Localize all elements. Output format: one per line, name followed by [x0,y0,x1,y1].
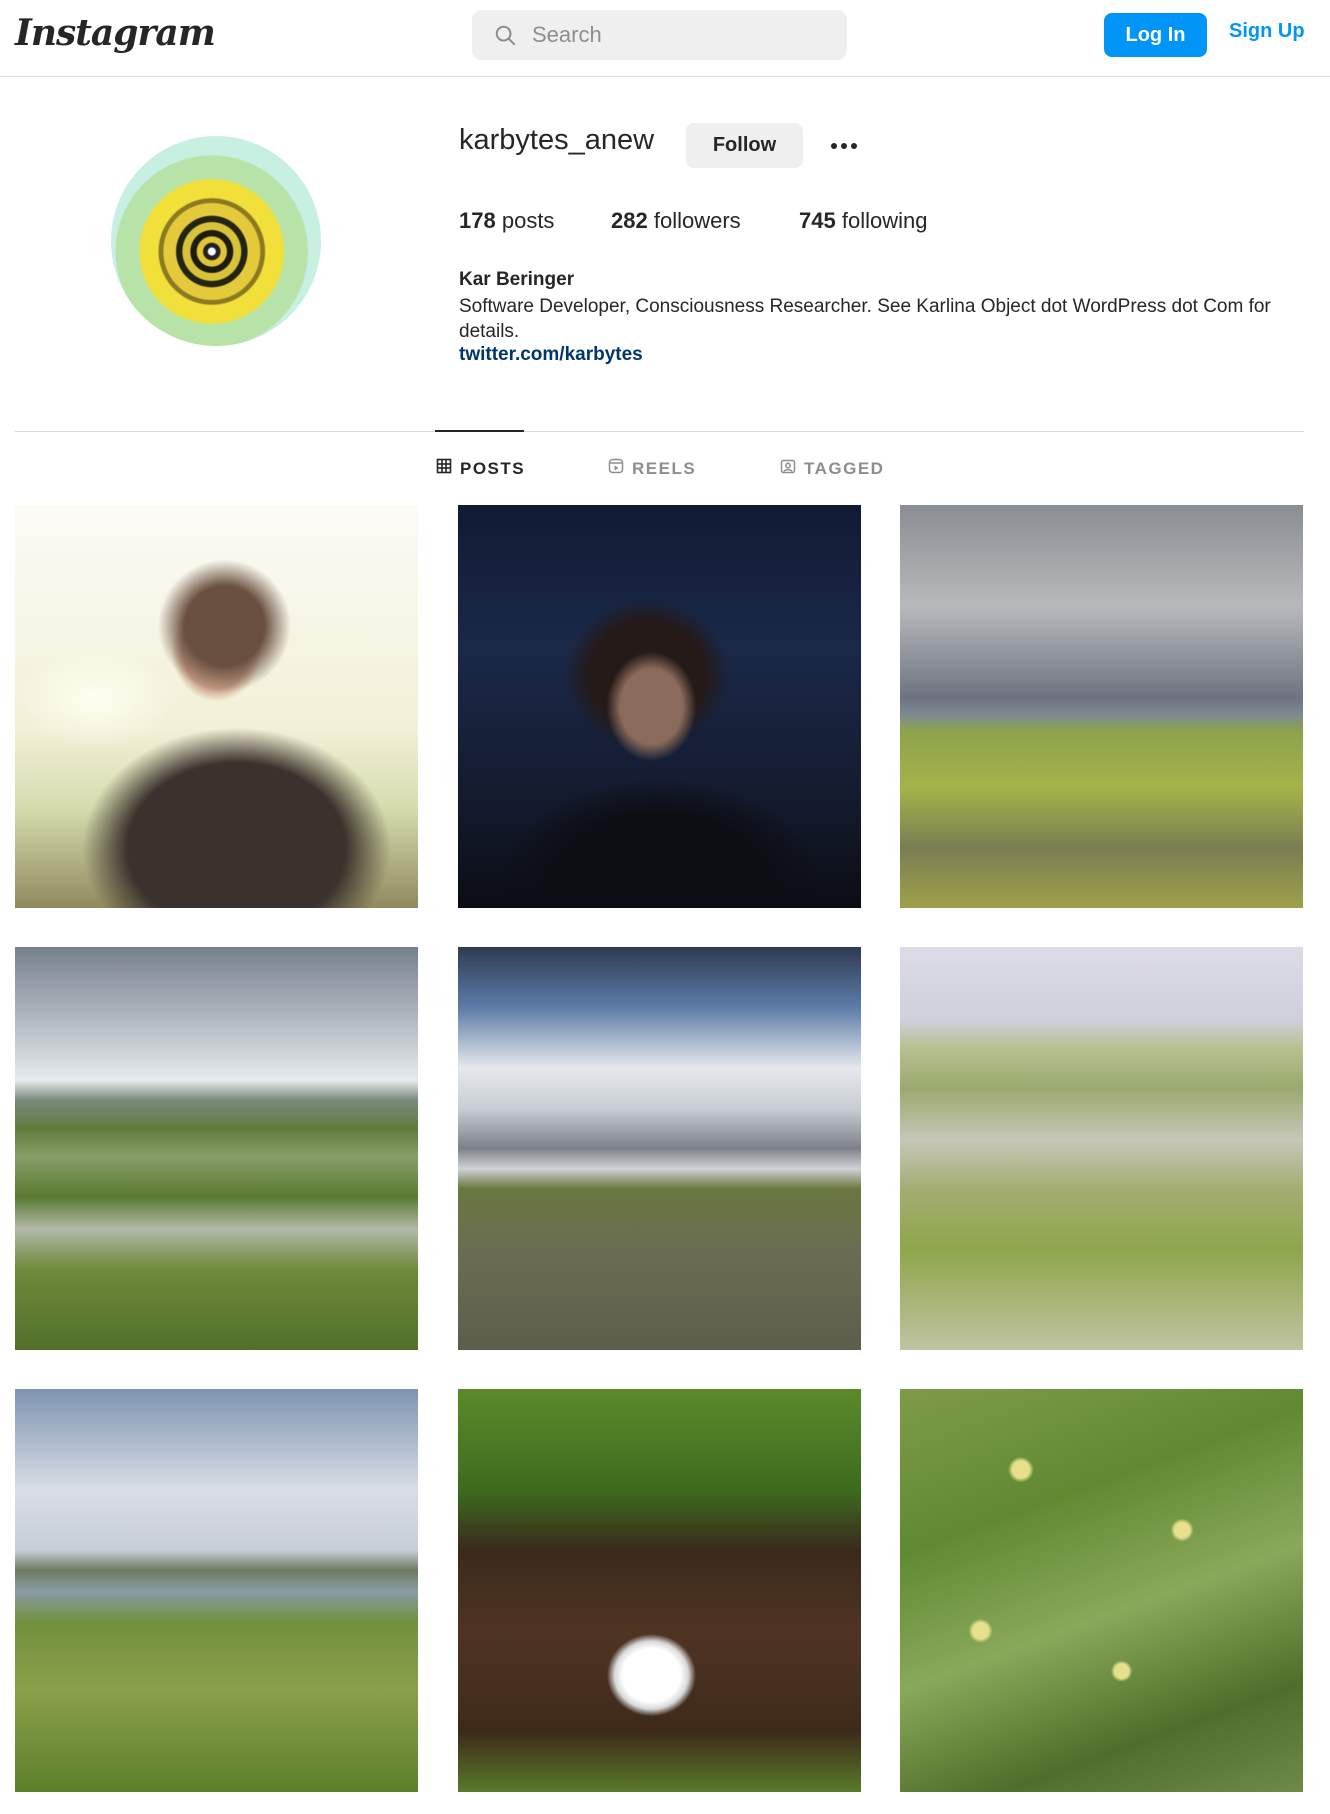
profile-full-name: Kar Beringer [459,269,575,290]
followers-label: followers [653,208,741,233]
search-box[interactable] [472,10,847,60]
post-thumbnail-3[interactable] [900,505,1303,908]
tab-label-tagged: TAGGED [804,458,885,478]
following-count: 745 [799,208,836,233]
tab-reels[interactable]: REELS [608,458,696,479]
sign-up-link[interactable]: Sign Up [1229,20,1305,43]
follow-button[interactable]: Follow [686,123,803,168]
tabs-divider [15,431,1304,432]
following-label: following [841,208,928,233]
top-navigation-bar: Instagram Log In Sign Up [0,0,1330,77]
post-thumbnail-6[interactable] [900,947,1303,1350]
search-icon [494,24,516,46]
post-thumbnail-4[interactable] [15,947,418,1350]
profile-avatar[interactable] [111,136,321,346]
post-thumbnail-8[interactable] [458,1389,861,1792]
posts-count: 178 [459,208,496,233]
active-tab-indicator [435,430,524,432]
followers-stat[interactable]: 282 followers [611,208,741,234]
post-thumbnail-7[interactable] [15,1389,418,1792]
search-input[interactable] [532,10,832,60]
reels-icon [608,458,624,479]
tagged-icon [780,458,796,479]
tab-label-posts: POSTS [460,458,526,478]
post-thumbnail-1[interactable] [15,505,418,908]
profile-external-link[interactable]: twitter.com/karbytes [459,344,643,366]
profile-bio: Software Developer, Consciousness Resear… [459,296,1271,342]
post-thumbnail-9[interactable] [900,1389,1303,1792]
tab-label-reels: REELS [632,458,697,478]
tab-posts[interactable]: POSTS [436,458,525,479]
grid-icon [436,458,452,479]
profile-username: karbytes_anew [459,124,655,156]
following-stat[interactable]: 745 following [799,208,927,234]
followers-count: 282 [611,208,648,233]
post-thumbnail-2[interactable] [458,505,861,908]
post-thumbnail-5[interactable] [458,947,861,1350]
posts-stat: 178 posts [459,208,554,234]
log-in-button[interactable]: Log In [1104,13,1207,57]
more-options-icon[interactable] [826,128,862,164]
tab-tagged[interactable]: TAGGED [780,458,884,479]
instagram-logo[interactable]: Instagram [15,12,216,54]
posts-label: posts [501,208,555,233]
